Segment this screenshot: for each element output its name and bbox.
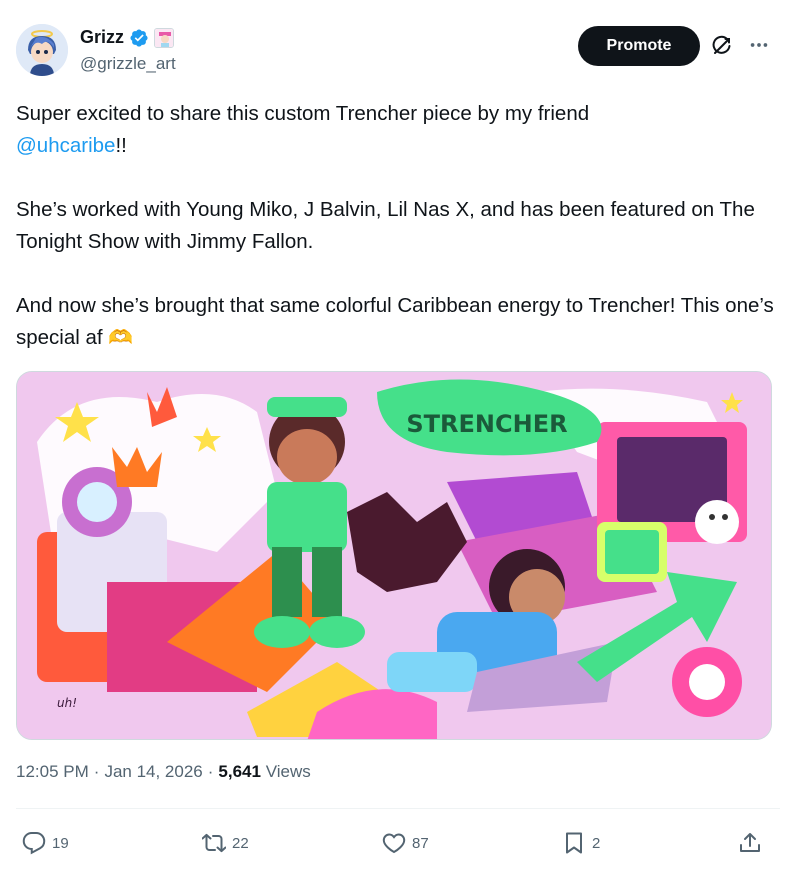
image-graffiti-text: STRENCHER bbox=[406, 410, 567, 438]
avatar[interactable] bbox=[16, 24, 68, 76]
post-time[interactable]: 12:05 PM bbox=[16, 762, 89, 782]
reply-icon bbox=[22, 832, 46, 855]
repost-count: 22 bbox=[232, 834, 249, 852]
affiliate-badge-icon[interactable] bbox=[154, 27, 175, 48]
views-label: Views bbox=[265, 762, 311, 781]
like-count: 87 bbox=[412, 834, 429, 852]
post-header: Grizz @grizzle_art Promote bbox=[16, 22, 780, 82]
verified-badge-icon[interactable] bbox=[129, 28, 149, 48]
reply-count: 19 bbox=[52, 834, 69, 852]
like-button[interactable]: 87 bbox=[382, 826, 429, 860]
post-line1: Super excited to share this custom Trenc… bbox=[16, 102, 590, 125]
views-count: 5,641 bbox=[218, 762, 261, 781]
bookmark-count: 2 bbox=[592, 834, 601, 852]
user-handle[interactable]: @grizzle_art bbox=[80, 54, 176, 74]
share-button[interactable] bbox=[738, 826, 762, 860]
repost-icon bbox=[202, 833, 226, 853]
heart-hands-emoji-icon: 🫶 bbox=[108, 327, 134, 349]
action-bar: 19 22 87 2 bbox=[16, 826, 780, 860]
post-text: Super excited to share this custom Trenc… bbox=[16, 98, 780, 354]
more-horizontal-icon[interactable] bbox=[746, 32, 772, 58]
divider bbox=[16, 808, 780, 809]
post-meta: 12:05 PM · Jan 14, 2026 · 5,641 Views bbox=[16, 762, 311, 782]
post-paragraph-2: She’s worked with Young Miko, J Balvin, … bbox=[16, 198, 755, 253]
grok-icon[interactable] bbox=[710, 34, 734, 58]
heart-icon bbox=[382, 833, 406, 854]
mention-link[interactable]: @uhcaribe bbox=[16, 134, 115, 157]
meta-separator: · bbox=[93, 762, 100, 781]
bookmark-icon bbox=[566, 832, 582, 854]
svg-text:uh!: uh! bbox=[57, 696, 77, 710]
display-name[interactable]: Grizz bbox=[80, 27, 124, 48]
repost-button[interactable]: 22 bbox=[202, 826, 249, 860]
promote-button[interactable]: Promote bbox=[578, 26, 700, 66]
post-paragraph-1: Super excited to share this custom Trenc… bbox=[16, 98, 780, 162]
bookmark-button[interactable]: 2 bbox=[562, 826, 600, 860]
meta-separator: · bbox=[207, 762, 214, 781]
reply-button[interactable]: 19 bbox=[22, 826, 69, 860]
share-icon bbox=[740, 833, 760, 852]
post-media-image[interactable]: STRENCHER uh! bbox=[16, 371, 772, 740]
post-paragraph-3: And now she’s brought that same colorful… bbox=[16, 290, 780, 354]
mention-suffix: !! bbox=[115, 134, 127, 157]
post-date[interactable]: Jan 14, 2026 bbox=[104, 762, 202, 782]
